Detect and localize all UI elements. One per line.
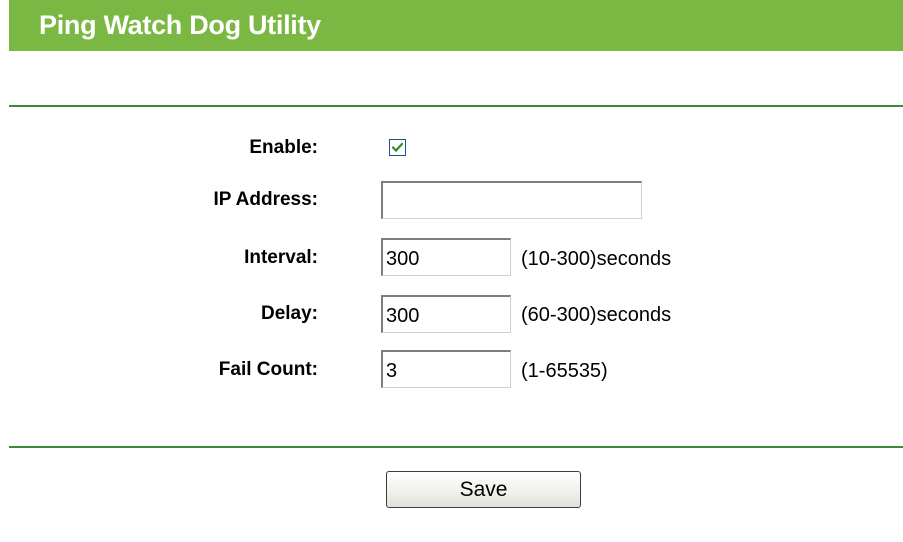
- bottom-divider: [9, 446, 903, 448]
- save-button[interactable]: Save: [386, 471, 581, 508]
- interval-input[interactable]: [381, 238, 511, 276]
- enable-label: Enable:: [249, 137, 318, 158]
- page-title: Ping Watch Dog Utility: [39, 10, 321, 40]
- top-divider: [9, 105, 903, 107]
- delay-hint: (60-300)seconds: [521, 304, 672, 326]
- fail-count-input[interactable]: [381, 350, 511, 388]
- interval-label: Interval:: [244, 247, 318, 268]
- ip-address-input[interactable]: [381, 181, 642, 219]
- interval-hint: (10-300)seconds: [521, 248, 672, 270]
- fail-count-hint: (1-65535): [521, 360, 608, 382]
- delay-input[interactable]: [381, 295, 511, 333]
- delay-label: Delay:: [260, 303, 318, 324]
- checkmark-icon: [392, 142, 403, 153]
- title-bar: Ping Watch Dog Utility: [9, 0, 903, 51]
- enable-checkbox[interactable]: [389, 139, 406, 156]
- fail-count-label: Fail Count:: [218, 359, 318, 380]
- ip-address-label: IP Address:: [213, 189, 318, 210]
